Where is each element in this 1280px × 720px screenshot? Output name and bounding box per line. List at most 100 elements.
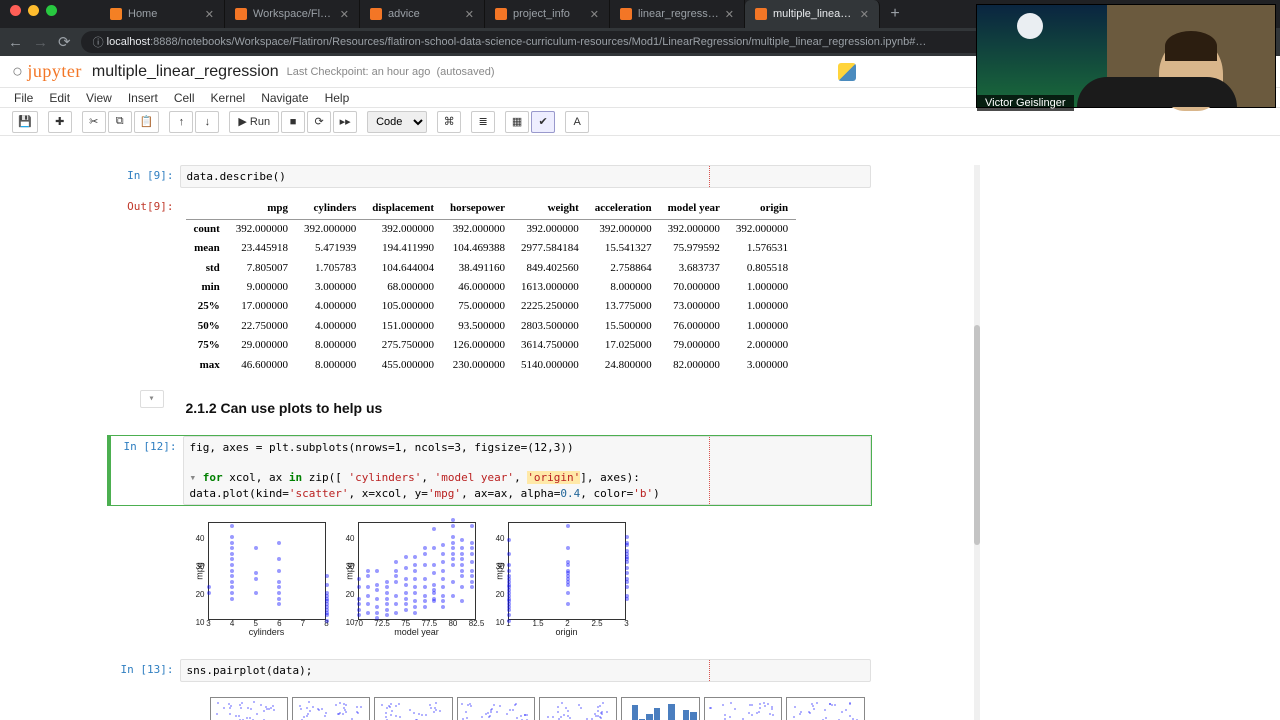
menu-insert[interactable]: Insert: [128, 91, 158, 105]
close-tab-icon[interactable]: ✕: [465, 8, 474, 21]
code-cell-9[interactable]: In [9]: data.describe(): [107, 164, 872, 189]
tab-title: linear_regressions_and_s: [638, 8, 719, 20]
autopep-button[interactable]: A: [565, 111, 589, 133]
table-header: mpg: [228, 199, 296, 219]
pairplot-cell: [457, 697, 535, 720]
new-tab-button[interactable]: +: [880, 0, 910, 28]
close-tab-icon[interactable]: ✕: [205, 8, 214, 21]
menu-cell[interactable]: Cell: [174, 91, 195, 105]
run-button[interactable]: ▶ Run: [229, 111, 279, 133]
browser-tab[interactable]: Home ✕: [100, 0, 225, 28]
browser-tab[interactable]: multiple_linear_regression✕: [745, 0, 880, 28]
tab-favicon-icon: [755, 8, 767, 20]
table-row: count392.000000392.000000392.000000392.0…: [186, 219, 797, 239]
table-header: displacement: [364, 199, 442, 219]
url-path: :8888/notebooks/Workspace/Flatiron/Resou…: [150, 36, 926, 48]
url-host: localhost: [107, 36, 150, 48]
describe-table: mpgcylindersdisplacementhorsepowerweight…: [186, 199, 797, 375]
menu-help[interactable]: Help: [325, 91, 350, 105]
scrollbar-thumb[interactable]: [974, 325, 980, 545]
table-row: 50%22.7500004.000000151.00000093.5000002…: [186, 317, 797, 336]
jupyter-toolbar: 💾 ✚ ✂ ⧉ 📋 ↑ ↓ ▶ Run ■ ⟳ ▸▸ Code ⌘ ≣ ▦ ✔ …: [0, 108, 1280, 136]
cell-prompt: In [12]:: [111, 436, 183, 506]
window-controls[interactable]: [10, 5, 57, 16]
command-palette-button[interactable]: ⌘: [437, 111, 461, 133]
code-input[interactable]: fig, axes = plt.subplots(nrows=1, ncols=…: [183, 436, 871, 506]
tab-favicon-icon: [620, 8, 632, 20]
menu-view[interactable]: View: [86, 91, 112, 105]
menu-file[interactable]: File: [14, 91, 33, 105]
table-header: horsepower: [442, 199, 513, 219]
code-cell-12[interactable]: In [12]: fig, axes = plt.subplots(nrows=…: [107, 435, 872, 507]
notebook-name[interactable]: multiple_linear_regression: [92, 63, 279, 81]
tab-favicon-icon: [235, 8, 247, 20]
table-row: min9.0000003.00000068.00000046.000000161…: [186, 278, 797, 297]
scrollbar[interactable]: [974, 165, 980, 720]
tab-title: Home: [128, 8, 199, 20]
code-input[interactable]: sns.pairplot(data);: [180, 659, 871, 682]
table-row: 75%29.0000008.000000275.750000126.000000…: [186, 336, 797, 355]
reload-icon[interactable]: ⟳: [58, 33, 71, 51]
close-window-icon[interactable]: [10, 5, 21, 16]
stop-button[interactable]: ■: [281, 111, 305, 133]
toc-button[interactable]: ≣: [471, 111, 495, 133]
tab-title: Workspace/Flatiron/Reso: [253, 8, 334, 20]
run-all-button[interactable]: ▸▸: [333, 111, 357, 133]
validate-button[interactable]: ✔: [531, 111, 555, 133]
output-cell-9: Out[9]: mpgcylindersdisplacementhorsepow…: [107, 195, 872, 379]
close-tab-icon[interactable]: ✕: [590, 8, 599, 21]
forward-icon[interactable]: →: [33, 34, 48, 51]
close-tab-icon[interactable]: ✕: [340, 8, 349, 21]
table-header: weight: [513, 199, 587, 219]
code-cell-13[interactable]: In [13]: sns.pairplot(data);: [107, 658, 872, 683]
close-tab-icon[interactable]: ✕: [725, 8, 734, 21]
back-icon[interactable]: ←: [8, 34, 23, 51]
collapse-toggle-icon[interactable]: ▾: [140, 390, 164, 408]
table-header: acceleration: [587, 199, 660, 219]
maximize-window-icon[interactable]: [46, 5, 57, 16]
output-cell-13: [107, 689, 872, 720]
move-up-button[interactable]: ↑: [169, 111, 193, 133]
tab-title: project_info: [513, 8, 584, 20]
jupyter-logo[interactable]: ○ jupyter: [12, 61, 82, 82]
menu-kernel[interactable]: Kernel: [211, 91, 246, 105]
close-tab-icon[interactable]: ✕: [860, 8, 869, 21]
cell-type-select[interactable]: Code: [367, 111, 427, 133]
code-input[interactable]: data.describe(): [180, 165, 871, 188]
scatter-plots: 10203040345678mpgcylinders102030407072.5…: [186, 516, 865, 648]
describe-output: mpgcylindersdisplacementhorsepowerweight…: [180, 196, 871, 378]
table-header: origin: [728, 199, 796, 219]
output-cell-12: 10203040345678mpgcylinders102030407072.5…: [107, 512, 872, 652]
browser-tab[interactable]: advice ✕: [360, 0, 485, 28]
browser-tab[interactable]: project_info ✕: [485, 0, 610, 28]
move-down-button[interactable]: ↓: [195, 111, 219, 133]
presenter-name: Victor Geislinger: [977, 95, 1074, 111]
paste-button[interactable]: 📋: [134, 111, 160, 133]
cut-button[interactable]: ✂: [82, 111, 106, 133]
table-row: max46.6000008.000000455.000000230.000000…: [186, 356, 797, 375]
table-header: model year: [660, 199, 728, 219]
add-cell-button[interactable]: ✚: [48, 111, 72, 133]
pairplot-cell: [539, 697, 617, 720]
browser-tab[interactable]: linear_regressions_and_s ✕: [610, 0, 745, 28]
restart-button[interactable]: ⟳: [307, 111, 331, 133]
pairplot-cell: [621, 697, 699, 720]
cell-prompt: In [13]:: [108, 659, 180, 682]
cell-toolbar-button[interactable]: ▦: [505, 111, 529, 133]
pairplot-cell: [292, 697, 370, 720]
save-button[interactable]: 💾: [12, 111, 38, 133]
copy-button[interactable]: ⧉: [108, 111, 132, 133]
scatter-plot: 1020304011.522.53mpgorigin: [508, 522, 626, 620]
minimize-window-icon[interactable]: [28, 5, 39, 16]
browser-tab[interactable]: Workspace/Flatiron/Reso ✕: [225, 0, 360, 28]
pairplot-cell: [786, 697, 864, 720]
markdown-cell-heading[interactable]: ▾ 2.1.2 Can use plots to help us: [107, 385, 872, 429]
scatter-plot: 102030407072.57577.58082.5mpgmodel year: [358, 522, 476, 620]
menu-edit[interactable]: Edit: [49, 91, 70, 105]
tab-favicon-icon: [495, 8, 507, 20]
tab-title: advice: [388, 8, 459, 20]
menu-navigate[interactable]: Navigate: [261, 91, 308, 105]
tab-favicon-icon: [110, 8, 122, 20]
notebook-area[interactable]: In [9]: data.describe() Out[9]: mpgcylin…: [0, 164, 978, 720]
pairplot-cell: [210, 697, 288, 720]
